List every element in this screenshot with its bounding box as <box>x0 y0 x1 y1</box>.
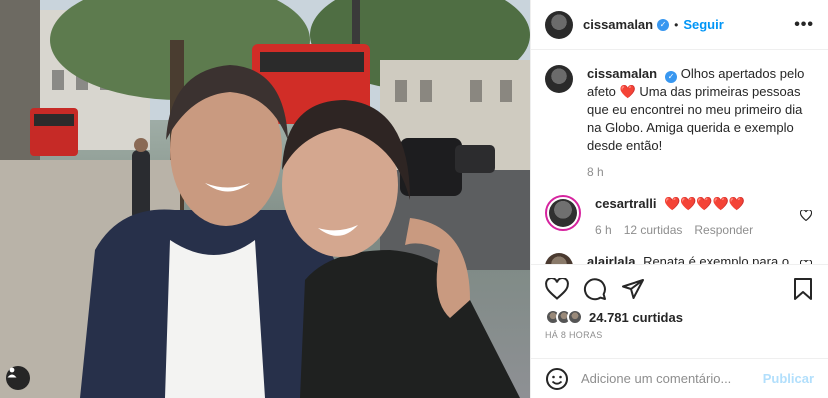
add-comment-bar: Publicar <box>531 358 828 398</box>
comment-text: ❤️❤️❤️❤️❤️ <box>664 196 745 211</box>
likes-summary[interactable]: 24.781 curtidas <box>545 309 814 325</box>
comment-item: alairlala Renata é exemplo para o <box>545 253 814 264</box>
likes-count[interactable]: 24.781 <box>589 310 629 325</box>
separator-dot: • <box>674 17 679 32</box>
post-header: cissamalan ✓ • Seguir ••• <box>531 0 828 50</box>
commenter-username[interactable]: alairlala <box>587 254 635 264</box>
comment-item: cesartralli ❤️❤️❤️❤️❤️ 6 h 12 curtidas R… <box>545 195 814 239</box>
reply-button[interactable]: Responder <box>694 221 753 239</box>
caption: cissamalan ✓ Olhos apertados pelo afeto ❤… <box>545 65 814 181</box>
verified-icon: ✓ <box>665 71 678 83</box>
commenter-avatar[interactable] <box>545 253 573 264</box>
post-side-panel: cissamalan ✓ • Seguir ••• cissamalan ✓ Ol… <box>530 0 828 398</box>
liker-avatars <box>545 309 583 325</box>
caption-time: 8 h <box>587 165 604 179</box>
likes-label[interactable]: curtidas <box>632 310 683 325</box>
photo-illustration <box>0 0 530 398</box>
commenter-username[interactable]: cesartralli <box>595 196 656 211</box>
verified-icon: ✓ <box>657 18 670 31</box>
follow-button[interactable]: Seguir <box>683 17 723 32</box>
commenter-avatar[interactable] <box>545 195 581 231</box>
comment-like-icon[interactable] <box>799 209 814 224</box>
post-actions: 24.781 curtidas HÁ 8 HORAS <box>531 264 828 340</box>
heart-icon[interactable] <box>545 278 569 300</box>
post-timestamp[interactable]: HÁ 8 HORAS <box>545 330 814 340</box>
publish-button[interactable]: Publicar <box>763 371 814 386</box>
tag-user-button[interactable] <box>6 366 30 390</box>
caption-username[interactable]: cissamalan <box>587 66 657 81</box>
instagram-post: cissamalan ✓ • Seguir ••• cissamalan ✓ Ol… <box>0 0 828 398</box>
author-username[interactable]: cissamalan <box>583 17 653 32</box>
comment-likes[interactable]: 12 curtidas <box>624 221 683 239</box>
red-heart-emoji: ❤️ <box>619 84 636 99</box>
comment-time: 6 h <box>595 223 612 237</box>
comment-text: Renata é exemplo para o <box>643 254 790 264</box>
bookmark-icon[interactable] <box>792 277 814 301</box>
emoji-icon[interactable] <box>545 367 569 391</box>
caption-avatar[interactable] <box>545 65 573 93</box>
share-icon[interactable] <box>621 277 645 301</box>
comments-list[interactable]: cissamalan ✓ Olhos apertados pelo afeto ❤… <box>531 51 828 264</box>
comment-input[interactable] <box>581 371 763 386</box>
author-avatar[interactable] <box>545 10 573 39</box>
more-icon[interactable]: ••• <box>794 16 814 34</box>
post-photo[interactable] <box>0 0 530 398</box>
comment-icon[interactable] <box>583 277 607 301</box>
